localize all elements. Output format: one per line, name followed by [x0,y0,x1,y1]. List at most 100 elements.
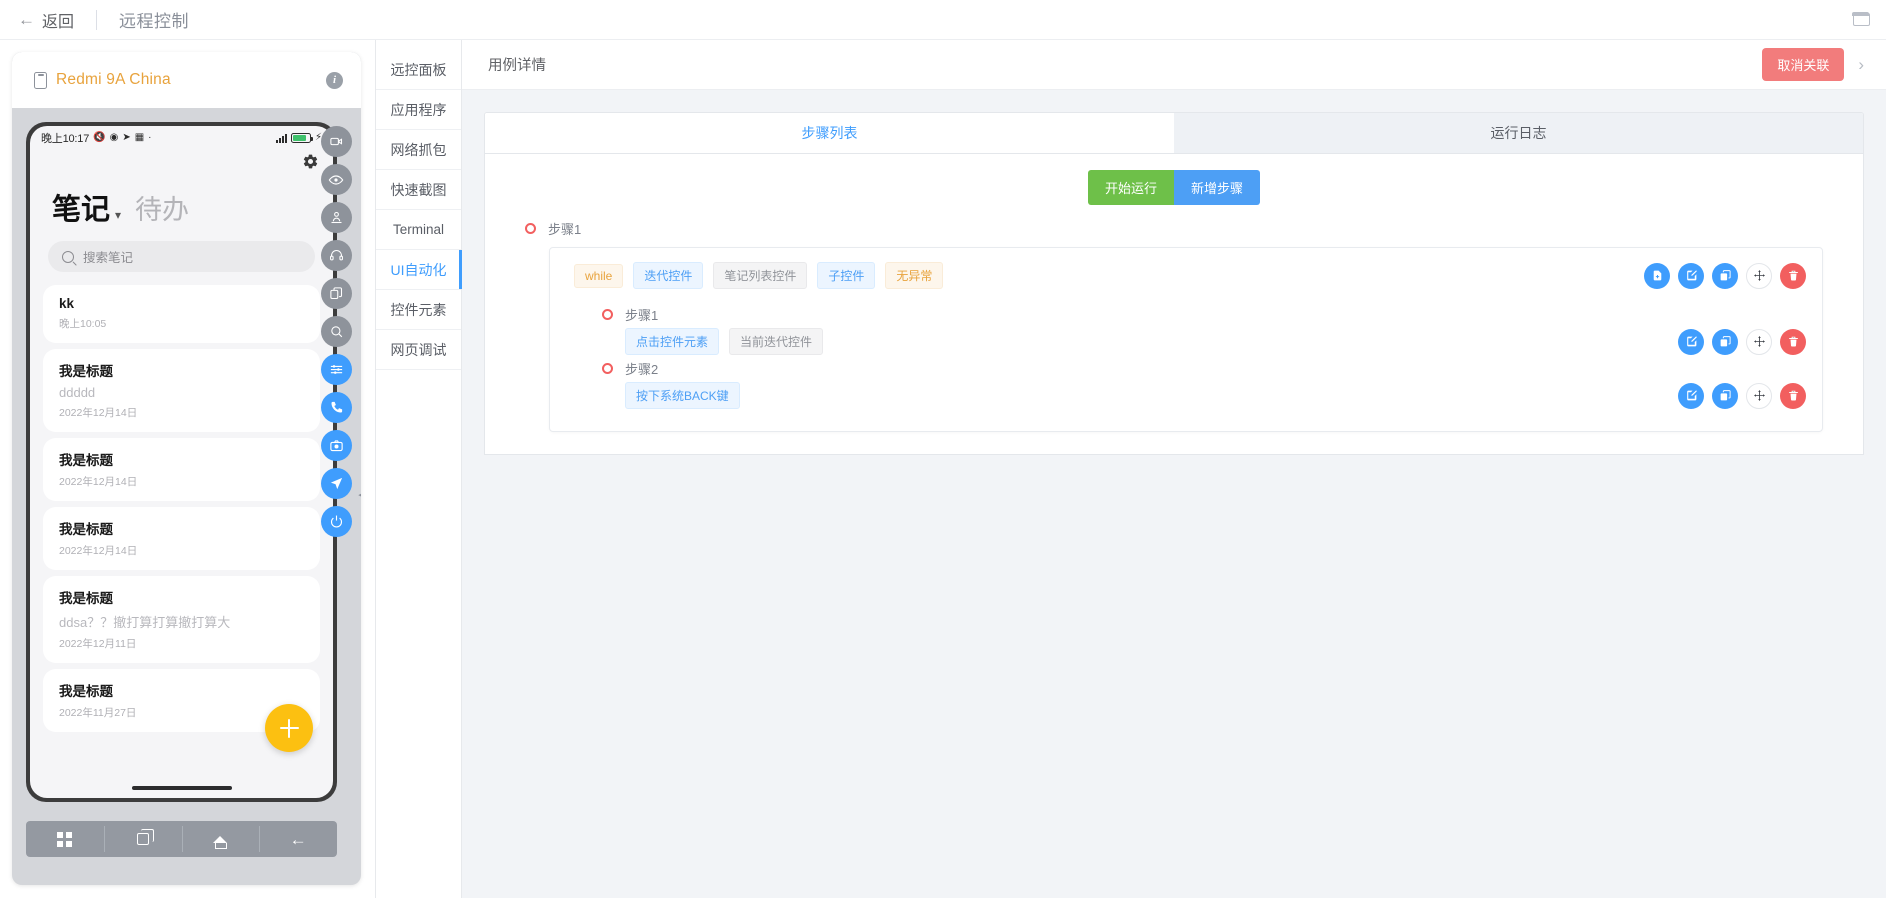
body: Redmi 9A China i 晚上10:17 🔇 ◉ ➤ ▦ · ⚡ 笔记 … [0,40,1886,898]
notes-search-input[interactable]: 搜索笔记 [48,241,315,272]
note-title: 我是标题 [59,453,113,468]
chevron-right-icon[interactable]: › [1858,55,1864,75]
list-item[interactable]: 我是标题 2022年12月14日 [43,507,320,570]
list-item[interactable]: 我是标题 ddddd 2022年12月14日 [43,349,320,432]
delete-step-button[interactable] [1780,328,1806,355]
sliders-icon-button[interactable] [320,354,352,385]
notes-list: kk 晚上10:05 我是标题 ddddd 2022年12月14日 我是标题 2… [30,285,333,732]
sidebar-item-label: 应用程序 [390,101,447,118]
sidebar-item-remote-panel[interactable]: 远控面板 [376,50,461,90]
list-item[interactable]: 我是标题 ddsa？？撤打算打算撤打算大 2022年12月11日 [43,576,320,663]
start-run-button[interactable]: 开始运行 [1087,170,1174,205]
edit-step-button[interactable] [1678,262,1704,289]
navigate-icon [330,477,342,490]
power-icon [330,515,342,528]
signal-bars-icon [275,133,287,143]
sidebar-item-ui-automation[interactable]: UI自动化 [376,250,462,290]
edit-step-button[interactable] [1678,328,1704,355]
sidebar-item-web-debug[interactable]: 网页调试 [376,330,461,370]
device-toolbar [311,122,361,537]
unlink-button[interactable]: 取消关联 [1762,48,1845,81]
nav-home-button[interactable] [181,821,260,857]
list-item[interactable]: kk 晚上10:05 [43,285,320,343]
add-note-fab[interactable] [265,704,313,752]
sidebar-item-terminal[interactable]: Terminal [376,210,461,250]
user-location-icon [331,211,341,224]
sidebar-item-label: UI自动化 [390,261,447,278]
copy-step-button[interactable] [1712,262,1738,289]
delete-step-button[interactable] [1780,262,1806,289]
device-header: Redmi 9A China i [12,52,361,108]
tab-run-log[interactable]: 运行日志 [1174,113,1863,153]
sub-step-actions [1678,328,1806,355]
trash-icon [1788,270,1798,281]
step-root: 步骤1 while 迭代控件 笔记列表控件 子控件 无异常 步骤1 点击控件元素… [485,219,1863,432]
search-icon-button[interactable] [320,316,352,347]
nav-menu-button[interactable] [26,821,104,857]
status-badge: 点击控件元素 [625,328,720,355]
steps-panel: 开始运行 新增步骤 步骤1 while 迭代控件 笔记列表控件 子控件 无异常 … [484,154,1864,455]
chevron-down-icon[interactable]: ▾ [115,208,121,222]
note-date: 2022年12月14日 [59,476,138,488]
sidebar-item-quick-screenshot[interactable]: 快速截图 [376,170,461,210]
delete-step-button[interactable] [1780,382,1806,409]
copy-icon-button[interactable] [320,278,352,309]
edit-step-button[interactable] [1678,382,1704,409]
power-icon-button[interactable] [320,506,352,537]
note-title: 我是标题 [59,591,113,606]
page-title: 远程控制 [119,12,190,31]
sub-step-row: 按下系统BACK键 [602,382,1806,409]
sub-step: 步骤2 按下系统BACK键 [602,359,1806,409]
collapse-panel-handle[interactable]: ◂ [354,477,361,511]
list-item[interactable]: 我是标题 2022年12月14日 [43,438,320,501]
copy-step-button[interactable] [1712,328,1738,355]
top-bar: ← 返回 远程控制 [0,0,1886,40]
home-indicator [131,786,232,790]
back-icon: ← [289,829,307,849]
sub-steps: 步骤1 点击控件元素 当前迭代控件 步骤2 按下系统BACK键 [566,305,1806,409]
window-restore-icon[interactable] [1852,12,1870,26]
move-step-handle[interactable] [1746,262,1772,289]
status-badge: 当前迭代控件 [729,328,824,355]
notes-app-header [30,150,333,180]
note-date: 2022年12月11日 [59,638,137,650]
sub-step-tags: 点击控件元素 当前迭代控件 [602,328,824,355]
sidebar-item-applications[interactable]: 应用程序 [376,90,461,130]
location-icon: ➤ [122,132,131,143]
navigate-icon-button[interactable] [320,468,352,499]
notes-tab-row: 笔记 ▾ 待办 [30,180,333,232]
notes-tab-active[interactable]: 笔记 [52,186,110,228]
sidebar-item-label: 远控面板 [390,61,447,78]
copy-step-button[interactable] [1712,382,1738,409]
tab-strip: 步骤列表 运行日志 [484,112,1864,154]
phone-mirror-frame[interactable]: 晚上10:17 🔇 ◉ ➤ ▦ · ⚡ 笔记 ▾ 待办 搜索笔记 kk 晚上10… [26,122,337,802]
camera-icon-button[interactable] [320,430,352,461]
eye-icon-button[interactable] [320,164,352,195]
video-record-icon-button[interactable] [320,126,352,157]
nav-recents-button[interactable] [103,821,182,857]
move-step-handle[interactable] [1746,382,1772,409]
device-nav-bar: ← [26,821,337,857]
move-step-handle[interactable] [1746,328,1772,355]
notes-search-placeholder: 搜索笔记 [83,251,134,265]
add-step-button[interactable]: 新增步骤 [1174,170,1261,205]
info-icon[interactable]: i [326,71,343,89]
status-badge: while [574,263,624,288]
search-icon [330,326,342,338]
mute-icon: 🔇 [93,132,106,143]
phone-screen[interactable]: 晚上10:17 🔇 ◉ ➤ ▦ · ⚡ 笔记 ▾ 待办 搜索笔记 kk 晚上10… [30,126,333,798]
user-location-icon-button[interactable] [320,202,352,233]
back-button-label: 返回 [42,13,75,31]
status-badge: 笔记列表控件 [713,262,808,289]
step-card-row: while 迭代控件 笔记列表控件 子控件 无异常 [566,262,1806,289]
phone-call-icon-button[interactable] [320,392,352,423]
nav-back-button[interactable]: ← [259,821,337,857]
camera-icon [329,440,343,452]
sidebar-item-network-capture[interactable]: 网络抓包 [376,130,461,170]
headset-icon-button[interactable] [320,240,352,271]
sidebar-item-widget-elements[interactable]: 控件元素 [376,290,461,330]
notes-tab-todo[interactable]: 待办 [135,188,189,227]
back-button[interactable]: ← 返回 [18,8,74,32]
tab-step-list[interactable]: 步骤列表 [485,113,1174,153]
add-sub-step-button[interactable] [1644,262,1670,289]
